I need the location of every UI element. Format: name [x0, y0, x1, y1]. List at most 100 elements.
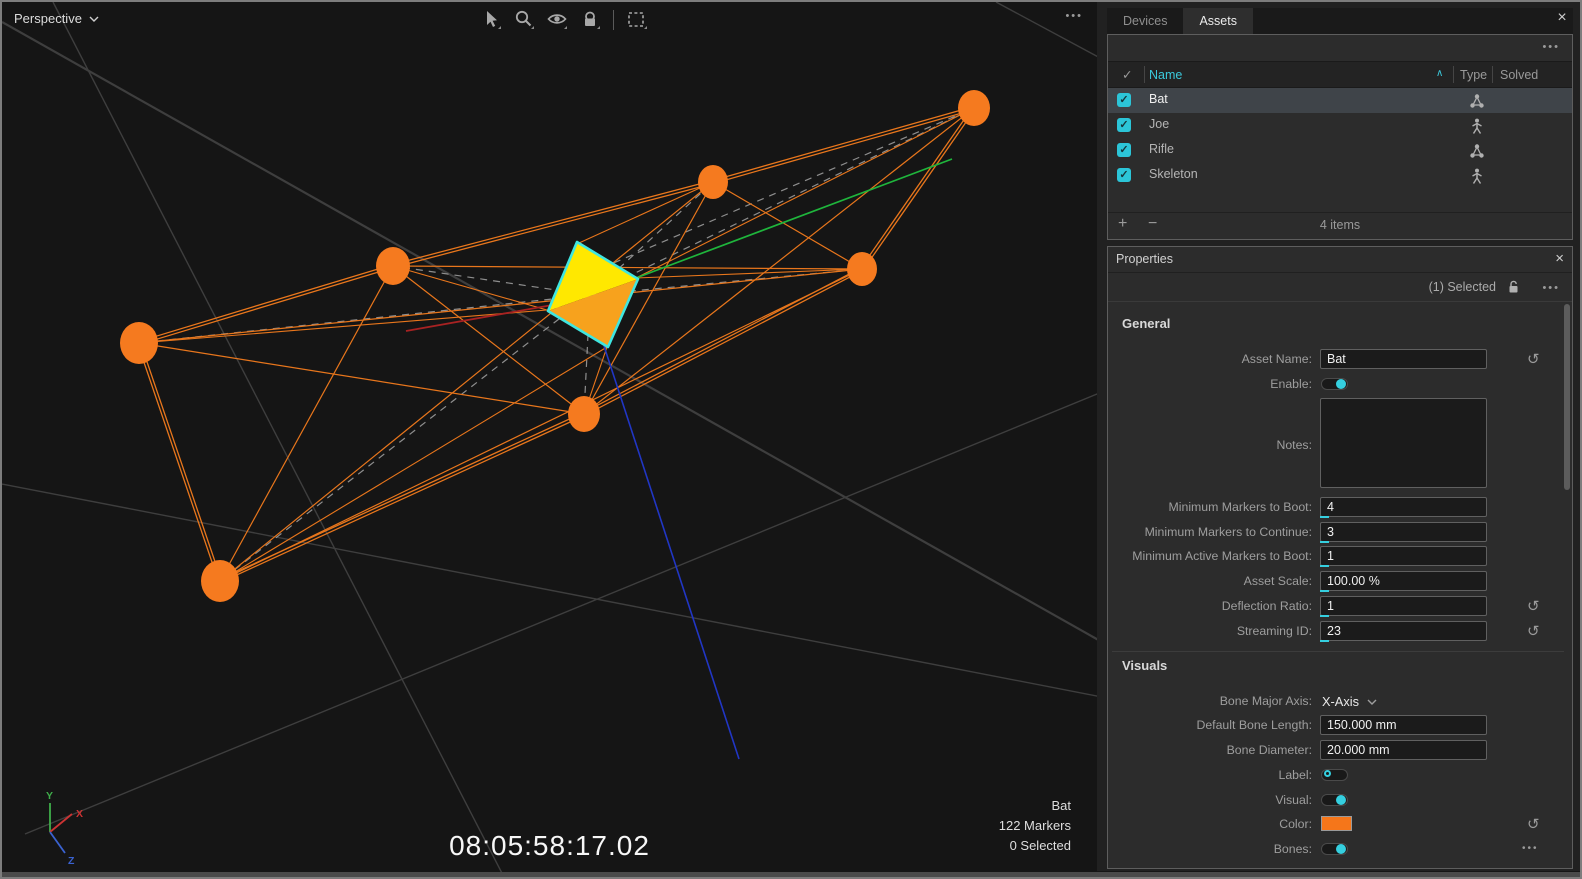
- viewport-menu-button[interactable]: •••: [1065, 10, 1083, 22]
- asset-name-row: Asset Name: ↺: [1114, 349, 1566, 370]
- side-panel-area: Devices Assets × ••• ✓ Name ∧ Type Solve…: [1097, 2, 1580, 871]
- streaming-id-field[interactable]: [1320, 621, 1487, 641]
- panel-close-button[interactable]: ×: [1552, 8, 1572, 28]
- assets-pane: ••• ✓ Name ∧ Type Solved ✓Bat✓Joe✓Rifle✓…: [1107, 34, 1573, 240]
- marquee-select-tool-button[interactable]: [625, 8, 649, 32]
- tab-devices[interactable]: Devices: [1107, 8, 1183, 34]
- edited-indicator: [1320, 565, 1329, 567]
- column-header-name[interactable]: Name: [1149, 68, 1182, 82]
- bone-diameter-field[interactable]: [1320, 740, 1487, 760]
- assets-toolbar: •••: [1108, 35, 1572, 61]
- edited-indicator: [1320, 640, 1329, 642]
- viewport-topbar: Perspective: [2, 2, 1097, 38]
- rigid-body-icon: [1468, 142, 1486, 160]
- column-header-type[interactable]: Type: [1460, 68, 1487, 82]
- bone-major-axis-dropdown[interactable]: X-Axis: [1322, 694, 1377, 709]
- tab-assets[interactable]: Assets: [1183, 8, 1253, 34]
- revert-icon[interactable]: ↺: [1527, 815, 1540, 833]
- window-frame-bottom: [2, 872, 1580, 877]
- cursor-icon: [479, 8, 503, 32]
- asset-checkbox[interactable]: ✓: [1117, 168, 1131, 182]
- camera-view-dropdown[interactable]: Perspective: [14, 11, 99, 26]
- enable-row: Enable:: [1114, 374, 1566, 395]
- asset-checkbox[interactable]: ✓: [1117, 93, 1131, 107]
- revert-icon[interactable]: ↺: [1527, 597, 1540, 615]
- revert-icon[interactable]: ↺: [1527, 622, 1540, 640]
- properties-titlebar: Properties ×: [1108, 247, 1572, 273]
- asset-row[interactable]: ✓Joe: [1108, 113, 1572, 138]
- lock-icon: [578, 8, 602, 32]
- bones-menu-button[interactable]: •••: [1522, 843, 1539, 854]
- asset-name: Skeleton: [1149, 167, 1198, 181]
- toolbar-separator: [613, 10, 614, 30]
- min-active-markers-boot-field[interactable]: [1320, 546, 1487, 566]
- svg-text:X: X: [76, 808, 83, 820]
- enable-toggle[interactable]: [1321, 378, 1348, 390]
- application-window: YXZ Perspective: [0, 0, 1582, 879]
- assets-footer: + − 4 items: [1108, 212, 1572, 239]
- section-visuals: Visuals: [1122, 658, 1167, 673]
- skeleton-icon: [1468, 117, 1486, 135]
- section-divider: [1112, 651, 1564, 652]
- notes-field[interactable]: [1320, 398, 1487, 488]
- bones-toggle-row: Bones: •••: [1114, 839, 1566, 860]
- properties-menu-button[interactable]: •••: [1542, 282, 1560, 294]
- properties-close-button[interactable]: ×: [1555, 250, 1564, 267]
- color-row: Color: ↺: [1114, 814, 1566, 835]
- camera-view-label: Perspective: [14, 11, 82, 26]
- min-markers-continue-field[interactable]: [1320, 522, 1487, 542]
- asset-scale-field[interactable]: [1320, 571, 1487, 591]
- properties-title: Properties: [1116, 252, 1173, 266]
- notes-row: Notes:: [1114, 398, 1566, 490]
- min-active-markers-boot-row: Minimum Active Markers to Boot:: [1114, 546, 1566, 567]
- visibility-tool-button[interactable]: [545, 8, 569, 32]
- selection-lock-tool-button[interactable]: [578, 8, 602, 32]
- viewport-3d-scene[interactable]: YXZ: [2, 2, 1097, 872]
- status-selected-count: 0 Selected: [999, 836, 1071, 856]
- chevron-down-icon: [89, 16, 99, 22]
- 3d-viewport[interactable]: YXZ Perspective: [2, 2, 1097, 872]
- asset-checkbox[interactable]: ✓: [1117, 118, 1131, 132]
- deflection-ratio-field[interactable]: [1320, 596, 1487, 616]
- label-toggle-row: Label:: [1114, 765, 1566, 786]
- edited-indicator: [1320, 590, 1329, 592]
- default-bone-length-field[interactable]: [1320, 715, 1487, 735]
- status-marker-count: 122 Markers: [999, 816, 1071, 836]
- min-markers-boot-field[interactable]: [1320, 497, 1487, 517]
- sort-ascending-icon: ∧: [1436, 68, 1443, 79]
- color-swatch[interactable]: [1321, 816, 1352, 831]
- asset-checkbox[interactable]: ✓: [1117, 143, 1131, 157]
- edited-indicator: [1320, 615, 1329, 617]
- edited-indicator: [1320, 541, 1329, 543]
- bones-toggle[interactable]: [1321, 843, 1348, 855]
- revert-icon[interactable]: ↺: [1527, 350, 1540, 368]
- asset-row[interactable]: ✓ Skeleton: [1108, 163, 1572, 188]
- select-tool-button[interactable]: [479, 8, 503, 32]
- properties-content: General Asset Name: ↺ Enable: Notes: Min…: [1108, 302, 1572, 868]
- default-bone-length-row: Default Bone Length:: [1114, 715, 1566, 736]
- zoom-tool-button[interactable]: [512, 8, 536, 32]
- status-asset-name: Bat: [999, 796, 1071, 816]
- visual-toggle-row: Visual:: [1114, 790, 1566, 811]
- assets-table-header: ✓ Name ∧ Type Solved: [1108, 61, 1572, 88]
- rigid-body-icon: [1468, 92, 1486, 110]
- assets-menu-button[interactable]: •••: [1542, 41, 1560, 53]
- timecode-display: 08:05:58:17.02: [2, 830, 1097, 862]
- asset-row[interactable]: ✓ Bat: [1108, 88, 1572, 113]
- section-general: General: [1122, 316, 1170, 331]
- asset-name: Bat: [1149, 92, 1168, 106]
- unlock-icon[interactable]: [1507, 280, 1520, 299]
- asset-name-field[interactable]: [1320, 349, 1487, 369]
- check-column-icon: ✓: [1122, 67, 1132, 82]
- min-markers-boot-row: Minimum Markers to Boot:: [1114, 497, 1566, 518]
- viewport-toolbar: [479, 8, 649, 32]
- visual-toggle[interactable]: [1321, 794, 1348, 806]
- assets-table-body: ✓Bat✓Joe✓Rifle✓Skeleton: [1108, 88, 1572, 188]
- column-header-solved[interactable]: Solved: [1500, 68, 1538, 82]
- svg-text:Y: Y: [46, 790, 53, 802]
- asset-row[interactable]: ✓Rifle: [1108, 138, 1572, 163]
- min-markers-continue-row: Minimum Markers to Continue:: [1114, 522, 1566, 543]
- label-toggle[interactable]: [1321, 769, 1348, 781]
- bone-diameter-row: Bone Diameter:: [1114, 740, 1566, 761]
- marquee-rect-icon: [625, 8, 649, 32]
